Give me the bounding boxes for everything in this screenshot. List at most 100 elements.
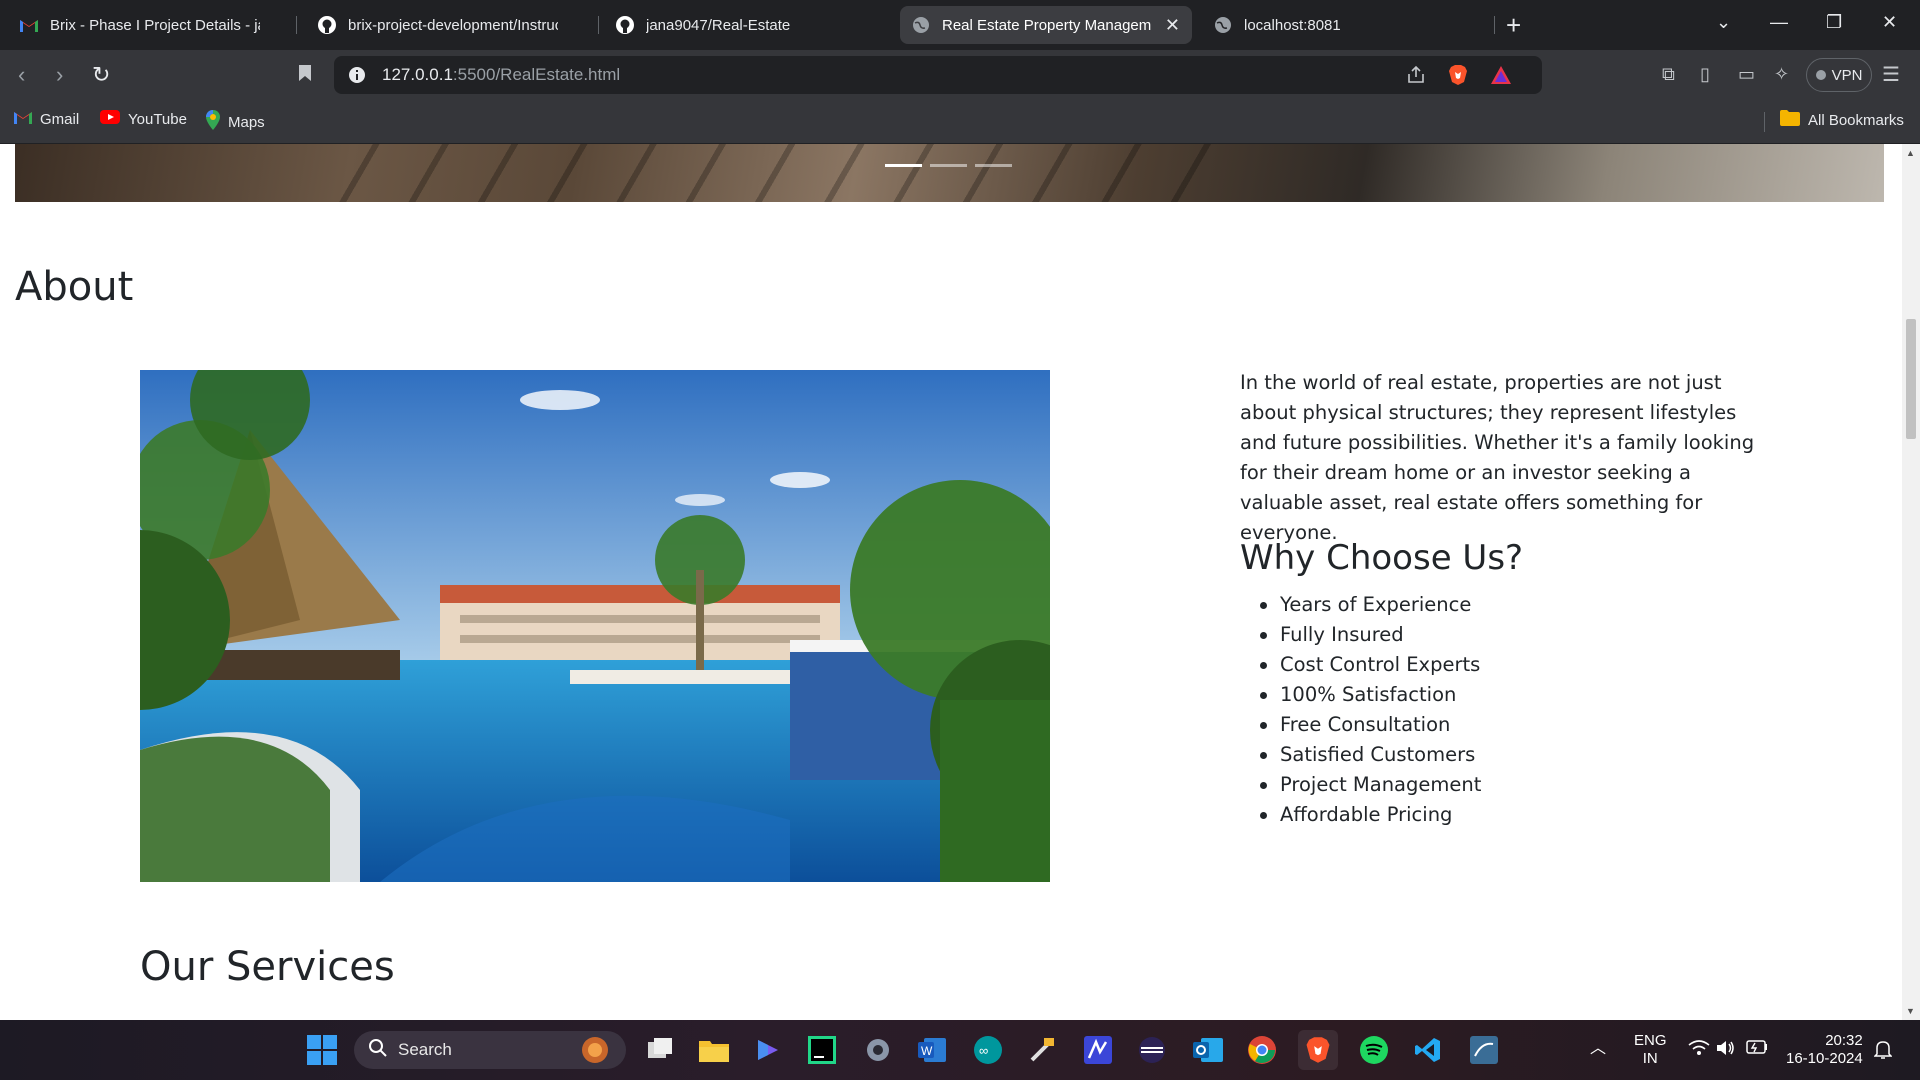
url-text: 127.0.0.1:5500/RealEstate.html <box>382 65 620 85</box>
tools-icon[interactable] <box>1022 1030 1062 1070</box>
taskbar-search[interactable]: Search <box>354 1031 626 1069</box>
search-icon <box>368 1038 388 1063</box>
file-explorer-icon[interactable] <box>694 1030 734 1070</box>
vpn-status-icon <box>1815 70 1826 80</box>
tab-label: Brix - Phase I Project Details - janaja <box>50 16 260 34</box>
globe-icon <box>1214 16 1232 34</box>
back-button[interactable]: ‹ <box>18 62 25 88</box>
tab-separator <box>598 16 599 34</box>
mathworks-icon[interactable] <box>1078 1030 1118 1070</box>
tab-label: localhost:8081 <box>1244 16 1341 34</box>
leo-ai-icon[interactable]: ✧ <box>1774 64 1789 85</box>
tab-separator <box>296 16 297 34</box>
arduino-icon[interactable]: ∞ <box>968 1030 1008 1070</box>
minimize-button[interactable]: — <box>1770 12 1788 33</box>
close-window-button[interactable]: ✕ <box>1882 12 1897 33</box>
globe-icon <box>912 16 930 34</box>
forward-button[interactable]: › <box>56 62 63 88</box>
copilot-icon[interactable] <box>748 1030 788 1070</box>
why-choose-us-list: Years of Experience Fully Insured Cost C… <box>1240 590 1481 830</box>
volume-icon[interactable] <box>1716 1040 1736 1061</box>
task-view-icon[interactable] <box>640 1030 680 1070</box>
scrollbar-thumb[interactable] <box>1906 319 1916 439</box>
spotify-icon[interactable] <box>1354 1030 1394 1070</box>
clock-time: 20:32 <box>1825 1032 1863 1049</box>
carousel-indicator[interactable] <box>975 164 1012 167</box>
services-heading: Our Services <box>140 944 395 990</box>
clock[interactable]: 20:32 16-10-2024 <box>1786 1032 1863 1068</box>
reload-button[interactable]: ↻ <box>92 62 110 88</box>
site-info-icon[interactable] <box>348 66 366 89</box>
pycharm-icon[interactable] <box>802 1030 842 1070</box>
vpn-label: VPN <box>1831 66 1863 84</box>
resort-pool-image <box>140 370 1050 882</box>
scroll-down-arrow-icon[interactable]: ▼ <box>1906 1006 1915 1016</box>
carousel-indicator[interactable] <box>930 164 967 167</box>
page-viewport: About In the world of real estate, prope… <box>0 144 1902 1020</box>
brave-shields-icon[interactable] <box>1448 64 1468 91</box>
browser-tab-strip: Brix - Phase I Project Details - janaja … <box>0 0 1920 50</box>
settings-gear-icon[interactable] <box>858 1030 898 1070</box>
word-icon[interactable]: W <box>912 1030 952 1070</box>
tab-label: Real Estate Property Manageme <box>942 16 1151 34</box>
all-bookmarks-button[interactable]: All Bookmarks <box>1780 110 1904 130</box>
bookmarks-bar: Gmail YouTube Maps All Bookmarks <box>0 100 1920 144</box>
language-label: ENG <box>1634 1032 1667 1049</box>
bookmark-label: YouTube <box>128 110 187 128</box>
bookmark-maps[interactable]: Maps <box>206 110 265 134</box>
search-highlight-icon <box>580 1035 610 1070</box>
tab-search-chevron-icon[interactable]: ⌄ <box>1716 12 1731 33</box>
list-item: Affordable Pricing <box>1240 800 1481 830</box>
why-choose-us-heading: Why Choose Us? <box>1240 538 1524 578</box>
bookmark-gmail[interactable]: Gmail <box>14 110 79 128</box>
list-item: Project Management <box>1240 770 1481 800</box>
new-tab-button[interactable]: + <box>1506 10 1521 41</box>
list-item: Fully Insured <box>1240 620 1481 650</box>
restore-button[interactable]: ❐ <box>1826 12 1842 33</box>
hero-carousel[interactable] <box>15 144 1884 202</box>
tab-gmail-brix[interactable]: Brix - Phase I Project Details - janaja <box>8 6 272 44</box>
bookmark-label: Maps <box>228 113 265 131</box>
close-tab-icon[interactable]: ✕ <box>1165 15 1180 36</box>
list-item: Satisfied Customers <box>1240 740 1481 770</box>
extensions-icon[interactable]: ⧉ <box>1662 64 1675 85</box>
browser-toolbar: ‹ › ↻ 127.0.0.1:5500/RealEstate.html ⧉ ▯… <box>0 50 1920 100</box>
folder-icon <box>1780 110 1800 130</box>
svg-text:W: W <box>921 1044 933 1058</box>
tab-label: jana9047/Real-Estate <box>646 16 791 34</box>
wallet-icon[interactable]: ▭ <box>1738 64 1755 85</box>
sidebar-icon[interactable]: ▯ <box>1700 64 1710 85</box>
page-scrollbar[interactable]: ▲ ▼ <box>1902 144 1920 1020</box>
tab-label: brix-project-development/Instructio <box>348 16 558 34</box>
show-hidden-icons-chevron-icon[interactable]: ︿ <box>1590 1040 1606 1058</box>
bookmark-icon[interactable] <box>298 62 312 88</box>
address-bar[interactable]: 127.0.0.1:5500/RealEstate.html <box>334 56 1542 94</box>
chrome-icon[interactable] <box>1242 1030 1282 1070</box>
carousel-indicator[interactable] <box>885 164 922 167</box>
clock-date: 16-10-2024 <box>1786 1050 1863 1067</box>
battery-icon[interactable] <box>1746 1040 1768 1059</box>
tab-github-instructions[interactable]: brix-project-development/Instructio <box>306 6 570 44</box>
bookmark-youtube[interactable]: YouTube <box>100 110 187 128</box>
vpn-button[interactable]: VPN <box>1806 58 1872 92</box>
outlook-icon[interactable] <box>1188 1030 1228 1070</box>
list-item: Years of Experience <box>1240 590 1481 620</box>
menu-icon[interactable]: ☰ <box>1882 62 1900 87</box>
vscode-icon[interactable] <box>1408 1030 1448 1070</box>
tab-localhost[interactable]: localhost:8081 <box>1202 6 1353 44</box>
language-indicator[interactable]: ENG IN <box>1634 1032 1667 1068</box>
gmail-icon <box>14 110 32 128</box>
brave-rewards-icon[interactable] <box>1490 65 1512 90</box>
scroll-up-arrow-icon[interactable]: ▲ <box>1906 148 1915 158</box>
url-host: 127.0.0.1 <box>382 65 453 84</box>
eclipse-icon[interactable] <box>1132 1030 1172 1070</box>
windows-start-icon[interactable] <box>302 1030 342 1070</box>
notifications-bell-icon[interactable] <box>1873 1040 1893 1065</box>
mysql-workbench-icon[interactable] <box>1464 1030 1504 1070</box>
wifi-icon[interactable] <box>1688 1040 1710 1061</box>
tab-real-estate-active[interactable]: Real Estate Property Manageme ✕ <box>900 6 1192 44</box>
brave-browser-icon[interactable] <box>1298 1030 1338 1070</box>
tab-github-real-estate[interactable]: jana9047/Real-Estate <box>604 6 802 44</box>
share-icon[interactable] <box>1406 65 1426 90</box>
windows-taskbar: Search W ∞ ︿ ENG IN 20:32 16-10-2024 <box>0 1020 1920 1080</box>
